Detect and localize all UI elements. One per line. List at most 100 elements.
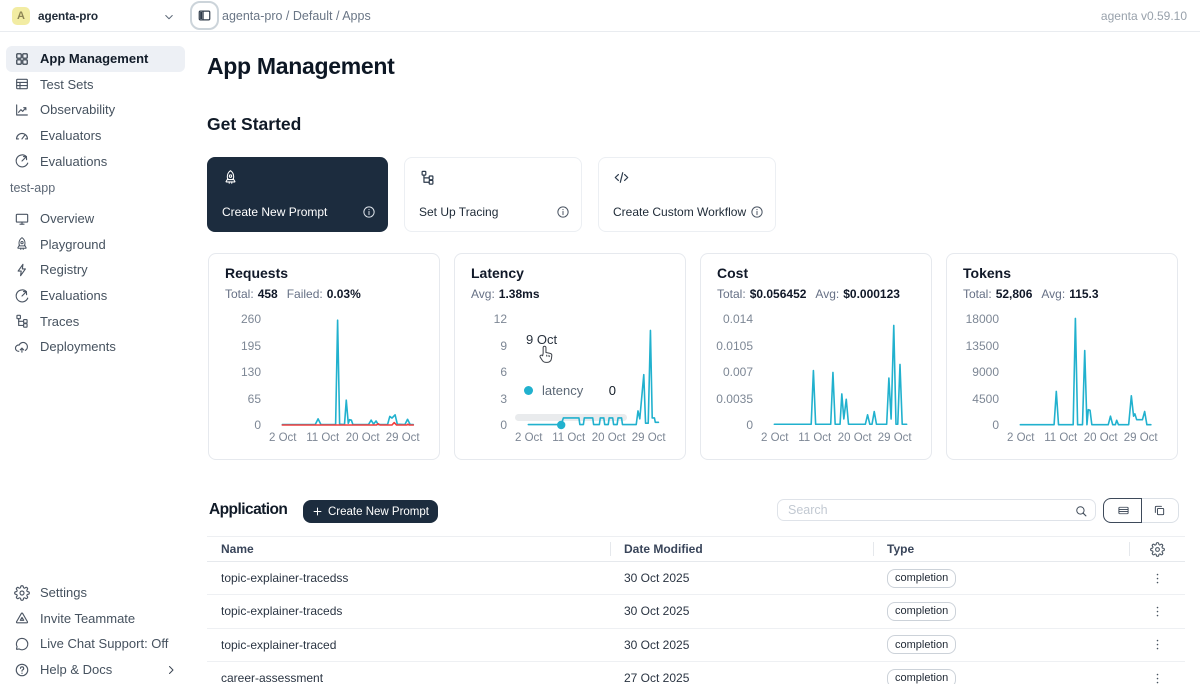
column-settings-button[interactable] (1129, 537, 1185, 561)
sidebar-item-label: Invite Teammate (40, 611, 135, 626)
sidebar-item-settings[interactable]: Settings (6, 580, 185, 606)
x-axis-label: 20 Oct (838, 432, 872, 444)
cell-type: completion (873, 595, 1129, 627)
x-axis-label: 11 Oct (1044, 432, 1077, 444)
sidebar-item-test-sets[interactable]: Test Sets (6, 72, 185, 98)
stat-value: $0.000123 (843, 287, 900, 301)
tree-structure-icon (419, 169, 436, 186)
stat-label: Total: (717, 287, 746, 301)
y-axis-label: 0 (463, 419, 507, 431)
info-icon[interactable] (556, 205, 570, 219)
card-view-button[interactable] (1140, 499, 1178, 522)
chart-series-cost (774, 325, 906, 424)
row-menu-button[interactable] (1129, 629, 1185, 661)
sidebar-item-deployments[interactable]: Deployments (6, 334, 185, 360)
start-card-create-new-prompt[interactable]: Create New Prompt (207, 157, 388, 232)
table-row[interactable]: topic-explainer-traced30 Oct 2025complet… (207, 629, 1185, 662)
sidebar-item-live-chat-support-off[interactable]: Live Chat Support: Off (6, 631, 185, 657)
sidebar-item-label: Evaluations (40, 154, 107, 169)
chart-hover-dot (557, 421, 565, 429)
y-axis-label: 0.0105 (709, 340, 753, 352)
chart-tooltip: 9 Oct latency 0 (511, 321, 630, 407)
stat-card-stats: Avg:1.38ms (471, 287, 540, 301)
start-card-create-custom-workflow[interactable]: Create Custom Workflow (598, 157, 776, 232)
column-header-date-modified[interactable]: Date Modified (610, 537, 873, 561)
cell-name: topic-explainer-tracedss (207, 562, 610, 594)
sidebar-item-label: App Management (40, 51, 148, 66)
chevron-right-icon (165, 664, 177, 676)
sidebar-item-invite-teammate[interactable]: Invite Teammate (6, 606, 185, 632)
application-header: Application Create New Prompt (207, 496, 1185, 526)
stat-label: Failed: (287, 287, 323, 301)
x-axis-label: 11 Oct (552, 432, 585, 444)
sidebar-item-app-management[interactable]: App Management (6, 46, 185, 72)
y-axis-label: 3 (463, 393, 507, 405)
stat-card-stats: Total: $0.056452 Avg:$0.000123 (717, 287, 900, 301)
stat-pair: Avg:115.3 (1041, 287, 1098, 301)
stat-label: Total: (225, 287, 254, 301)
row-menu-button[interactable] (1129, 562, 1185, 594)
start-card-row: Create New Prompt (222, 203, 376, 220)
create-new-prompt-label: Create New Prompt (328, 506, 429, 518)
info-icon[interactable] (362, 205, 376, 219)
sidebar-item-overview[interactable]: Overview (6, 206, 185, 232)
x-axis-label: 11 Oct (798, 432, 831, 444)
get-started-title: Get Started (207, 114, 301, 135)
search-box (777, 499, 1096, 521)
start-card-set-up-tracing[interactable]: Set Up Tracing (404, 157, 582, 232)
table-row[interactable]: career-assessment27 Oct 2025completion (207, 662, 1185, 684)
search-icon[interactable] (1074, 504, 1088, 518)
search-input[interactable] (778, 500, 1095, 520)
y-axis-label: 130 (217, 366, 261, 378)
chart-plot-cost[interactable] (759, 319, 919, 425)
row-menu-button[interactable] (1129, 662, 1185, 684)
start-card-row: Create Custom Workflow (613, 203, 764, 220)
sidebar-item-playground[interactable]: Playground (6, 232, 185, 258)
sidebar-item-label: Overview (40, 211, 94, 226)
tooltip-series-name: latency (542, 383, 583, 398)
sidebar-item-evaluations[interactable]: Evaluations (6, 148, 185, 174)
sidebar-item-evaluations[interactable]: Evaluations (6, 283, 185, 309)
gear-icon (14, 585, 30, 601)
stat-pair: Avg:$0.000123 (815, 287, 900, 301)
page-title: App Management (207, 53, 394, 80)
cell-name: career-assessment (207, 662, 610, 684)
row-menu-button[interactable] (1129, 595, 1185, 627)
info-icon[interactable] (750, 205, 764, 219)
sidebar: App Management Test Sets Observability Eval… (0, 32, 193, 684)
create-new-prompt-button[interactable]: Create New Prompt (303, 500, 438, 523)
sidebar-item-registry[interactable]: Registry (6, 257, 185, 283)
tooltip-series-dot (524, 386, 533, 395)
code-icon (613, 169, 630, 186)
top-bar: A agenta-pro agenta-pro / Default / Apps… (0, 0, 1200, 32)
stat-label: Avg: (1041, 287, 1065, 301)
sidebar-item-label: Settings (40, 585, 87, 600)
sidebar-item-label: Observability (40, 102, 115, 117)
cell-type: completion (873, 662, 1129, 684)
column-header-name[interactable]: Name (207, 537, 610, 561)
table-row[interactable]: topic-explainer-tracedss30 Oct 2025compl… (207, 562, 1185, 595)
sidebar-item-evaluators[interactable]: Evaluators (6, 123, 185, 149)
circle-arrow-icon (14, 153, 30, 169)
sidebar-item-observability[interactable]: Observability (6, 97, 185, 123)
x-axis-label: 29 Oct (386, 432, 420, 444)
column-header-type[interactable]: Type (873, 537, 1129, 561)
cloud-arrow-up-icon (14, 339, 30, 355)
org-switcher[interactable]: A agenta-pro (12, 0, 98, 32)
sidebar-item-traces[interactable]: Traces (6, 308, 185, 334)
stat-card-title: Tokens (963, 265, 1011, 281)
chevron-down-icon[interactable] (163, 10, 175, 22)
sidebar-item-help-docs[interactable]: Help & Docs (6, 657, 185, 683)
table-header-row: Name Date Modified Type (207, 536, 1185, 562)
dots-vertical-icon (1150, 604, 1165, 619)
y-axis-label: 0.0035 (709, 393, 753, 405)
table-row[interactable]: topic-explainer-traceds30 Oct 2025comple… (207, 595, 1185, 628)
x-axis-label: 2 Oct (515, 432, 542, 444)
stat-value: $0.056452 (750, 287, 807, 301)
x-axis-label: 20 Oct (346, 432, 380, 444)
sidebar-collapse-icon[interactable] (197, 8, 212, 23)
y-axis-label: 4500 (955, 393, 999, 405)
x-axis-label: 29 Oct (1124, 432, 1158, 444)
chart-plot-tokens[interactable] (1005, 319, 1165, 425)
chart-plot-requests[interactable] (267, 319, 427, 425)
